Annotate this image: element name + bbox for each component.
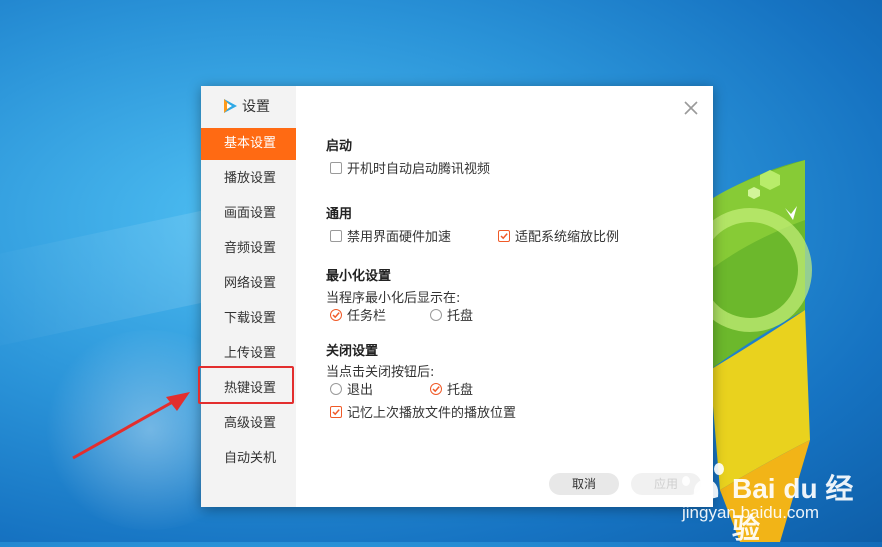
adapt-scale-label: 适配系统缩放比例: [515, 230, 620, 245]
nav-audio-settings[interactable]: 音频设置: [201, 233, 296, 265]
hotkey-highlight-annotation: [198, 366, 294, 404]
minimize-description: 当程序最小化后显示在:: [326, 291, 461, 306]
section-title-general: 通用: [326, 207, 353, 222]
nav-auto-shutdown[interactable]: 自动关机: [201, 443, 296, 475]
nav-picture-settings[interactable]: 画面设置: [201, 198, 296, 230]
section-title-minimize: 最小化设置: [326, 269, 392, 284]
close-tray-label: 托盘: [447, 383, 474, 398]
checkmark-icon: [432, 385, 440, 392]
checkbox-checked: [330, 405, 342, 418]
settings-content: 启动 开机时自动启动腾讯视频 通用 禁用界面硬件加速 适配系统缩放比例 最小化设…: [326, 86, 713, 507]
section-title-close: 关闭设置: [326, 344, 379, 359]
checkmark-icon: [500, 232, 508, 239]
baidu-jingyan-watermark: Bai du 经验 jingyan.baidu.com: [676, 455, 876, 544]
dialog-title: 设置: [242, 99, 270, 115]
nav-download-settings[interactable]: 下载设置: [201, 303, 296, 335]
radio-unselected: [430, 308, 442, 321]
checkbox-checked: [498, 229, 510, 242]
radio-selected: [430, 382, 442, 395]
exit-label: 退出: [347, 383, 374, 398]
remember-position-checkbox[interactable]: 记忆上次播放文件的播放位置: [330, 402, 516, 421]
minimize-tray-radio[interactable]: 托盘: [430, 305, 473, 324]
nav-playback-settings[interactable]: 播放设置: [201, 163, 296, 195]
taskbar-label: 任务栏: [347, 309, 387, 324]
watermark-url: jingyan.baidu.com: [682, 503, 820, 522]
minimize-taskbar-radio[interactable]: 任务栏: [330, 305, 386, 324]
settings-dialog: 设置 基本设置 播放设置 画面设置 音频设置 网络设置 下载设置 上传设置 热键…: [201, 86, 713, 507]
close-description: 当点击关闭按钮后:: [326, 365, 435, 380]
radio-unselected: [330, 382, 342, 395]
cancel-button[interactable]: 取消: [549, 473, 619, 495]
nav-basic-settings[interactable]: 基本设置: [201, 128, 296, 160]
section-title-startup: 启动: [326, 139, 353, 154]
close-tray-radio[interactable]: 托盘: [430, 379, 473, 398]
settings-sidebar: 设置 基本设置 播放设置 画面设置 音频设置 网络设置 下载设置 上传设置 热键…: [201, 86, 296, 507]
checkbox-box: [330, 229, 342, 242]
tray-label: 托盘: [447, 309, 474, 324]
close-exit-radio[interactable]: 退出: [330, 379, 373, 398]
nav-advanced-settings[interactable]: 高级设置: [201, 408, 296, 440]
tencent-video-logo-icon: [224, 99, 237, 113]
adapt-scale-checkbox[interactable]: 适配系统缩放比例: [498, 226, 619, 245]
autostart-label: 开机时自动启动腾讯视频: [347, 162, 491, 177]
dialog-title-row: 设置: [222, 96, 270, 116]
nav-network-settings[interactable]: 网络设置: [201, 268, 296, 300]
radio-selected: [330, 308, 342, 321]
disable-hw-accel-label: 禁用界面硬件加速: [347, 230, 452, 245]
red-arrow-annotation: [72, 392, 190, 460]
checkbox-box: [330, 161, 342, 174]
checkmark-icon: [332, 408, 340, 415]
checkmark-icon: [332, 311, 340, 318]
disable-hw-accel-checkbox[interactable]: 禁用界面硬件加速: [330, 226, 451, 245]
remember-position-label: 记忆上次播放文件的播放位置: [347, 406, 517, 421]
baidu-paw-icon: [682, 457, 724, 499]
autostart-checkbox[interactable]: 开机时自动启动腾讯视频: [330, 158, 490, 177]
